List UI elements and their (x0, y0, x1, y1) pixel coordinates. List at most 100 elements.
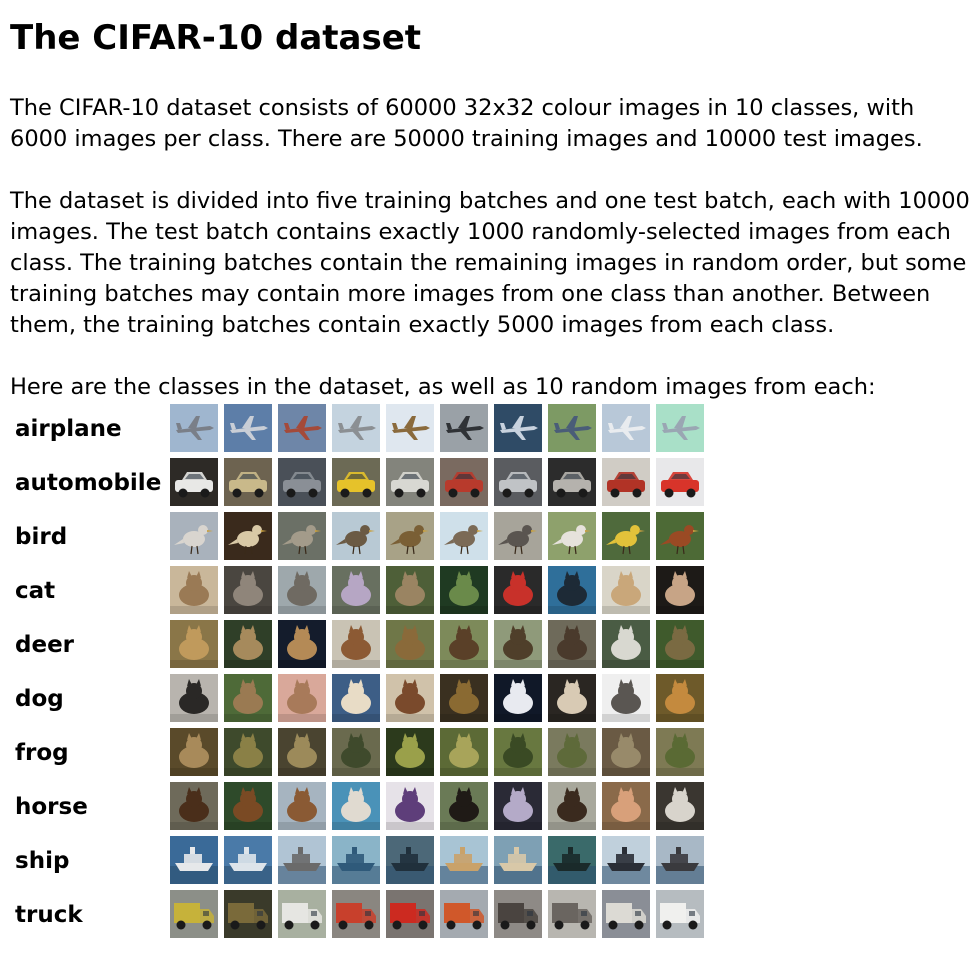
cat-thumbnail-graphic (386, 566, 434, 614)
frog-thumbnail-graphic (224, 728, 272, 776)
class-thumbnail-image (548, 404, 596, 452)
class-thumbnail-image (278, 782, 326, 830)
class-thumbnail-image (494, 728, 542, 776)
dog-thumbnail-graphic (494, 674, 542, 722)
ship-thumbnail-graphic (494, 836, 542, 884)
truck-thumbnail-graphic (656, 890, 704, 938)
bird-thumbnail-graphic (332, 512, 380, 560)
truck-thumbnail-graphic (548, 890, 596, 938)
class-thumbnail-image (494, 836, 542, 884)
class-thumbnail-image (170, 890, 218, 938)
cat-thumbnail-graphic (170, 566, 218, 614)
class-label: automobile (15, 470, 162, 496)
ship-thumbnail-graphic (386, 836, 434, 884)
class-thumbnail-image (224, 620, 272, 668)
automobile-thumbnail-graphic (386, 458, 434, 506)
truck-thumbnail-graphic (602, 890, 650, 938)
frog-thumbnail-graphic (656, 728, 704, 776)
truck-thumbnail-graphic (278, 890, 326, 938)
cat-thumbnail-graphic (440, 566, 488, 614)
batches-paragraph: The dataset is divided into five trainin… (10, 188, 970, 338)
class-label: ship (15, 848, 70, 874)
class-thumbnail-image (494, 458, 542, 506)
class-thumbnail-image (548, 836, 596, 884)
truck-thumbnail-graphic (386, 890, 434, 938)
class-thumbnail-image (332, 404, 380, 452)
dog-thumbnail-graphic (602, 674, 650, 722)
class-thumbnail-image (224, 674, 272, 722)
class-thumbnail-image (440, 620, 488, 668)
class-thumbnail-image (494, 674, 542, 722)
class-thumbnail-image (548, 620, 596, 668)
class-thumbnail-image (494, 890, 542, 938)
automobile-thumbnail-graphic (278, 458, 326, 506)
class-thumbnail-image (224, 782, 272, 830)
class-thumbnail-image (170, 620, 218, 668)
class-thumbnail-image (602, 566, 650, 614)
deer-thumbnail-graphic (386, 620, 434, 668)
dog-thumbnail-graphic (170, 674, 218, 722)
cat-thumbnail-graphic (602, 566, 650, 614)
class-thumbnail-image (440, 782, 488, 830)
class-thumbnail-image (548, 890, 596, 938)
airplane-thumbnail-graphic (440, 404, 488, 452)
class-thumbnail-image (602, 458, 650, 506)
horse-thumbnail-graphic (494, 782, 542, 830)
class-thumbnail-image (548, 458, 596, 506)
bird-thumbnail-graphic (440, 512, 488, 560)
class-thumbnail-image (278, 458, 326, 506)
class-thumbnail-image (494, 620, 542, 668)
horse-thumbnail-graphic (386, 782, 434, 830)
class-label: cat (15, 578, 56, 604)
class-thumbnail-image (386, 512, 434, 560)
class-thumbnail-image (332, 836, 380, 884)
class-thumbnail-image (278, 728, 326, 776)
class-thumbnail-image (602, 512, 650, 560)
class-thumbnail-image (494, 782, 542, 830)
airplane-thumbnail-graphic (332, 404, 380, 452)
dog-thumbnail-graphic (440, 674, 488, 722)
airplane-thumbnail-graphic (548, 404, 596, 452)
class-thumbnail-image (170, 458, 218, 506)
frog-thumbnail-graphic (494, 728, 542, 776)
ship-thumbnail-graphic (656, 836, 704, 884)
class-thumbnail-image (656, 728, 704, 776)
ship-thumbnail-graphic (224, 836, 272, 884)
class-thumbnail-image (656, 458, 704, 506)
automobile-thumbnail-graphic (224, 458, 272, 506)
page-title: The CIFAR-10 dataset (10, 18, 422, 58)
class-thumbnail-image (440, 890, 488, 938)
class-thumbnail-image (602, 836, 650, 884)
airplane-thumbnail-graphic (170, 404, 218, 452)
class-thumbnail-image (602, 890, 650, 938)
automobile-thumbnail-graphic (494, 458, 542, 506)
class-thumbnail-image (224, 836, 272, 884)
deer-thumbnail-graphic (602, 620, 650, 668)
class-thumbnail-image (602, 728, 650, 776)
class-thumbnail-image (440, 674, 488, 722)
class-thumbnail-image (170, 404, 218, 452)
class-thumbnail-image (602, 620, 650, 668)
class-thumbnail-image (170, 566, 218, 614)
class-thumbnail-image (656, 404, 704, 452)
truck-thumbnail-graphic (494, 890, 542, 938)
class-thumbnail-image (386, 890, 434, 938)
class-thumbnail-image (278, 836, 326, 884)
class-thumbnail-image (224, 458, 272, 506)
ship-thumbnail-graphic (332, 836, 380, 884)
truck-thumbnail-graphic (170, 890, 218, 938)
class-thumbnail-image (386, 620, 434, 668)
class-thumbnail-image (386, 674, 434, 722)
class-thumbnail-image (332, 728, 380, 776)
horse-thumbnail-graphic (332, 782, 380, 830)
class-thumbnail-image (224, 404, 272, 452)
class-label: truck (15, 902, 83, 928)
dog-thumbnail-graphic (386, 674, 434, 722)
deer-thumbnail-graphic (548, 620, 596, 668)
class-thumbnail-image (548, 674, 596, 722)
class-thumbnail-image (548, 728, 596, 776)
classes-intro-paragraph: Here are the classes in the dataset, as … (10, 374, 876, 400)
deer-thumbnail-graphic (224, 620, 272, 668)
class-thumbnail-image (656, 620, 704, 668)
class-thumbnail-image (224, 728, 272, 776)
